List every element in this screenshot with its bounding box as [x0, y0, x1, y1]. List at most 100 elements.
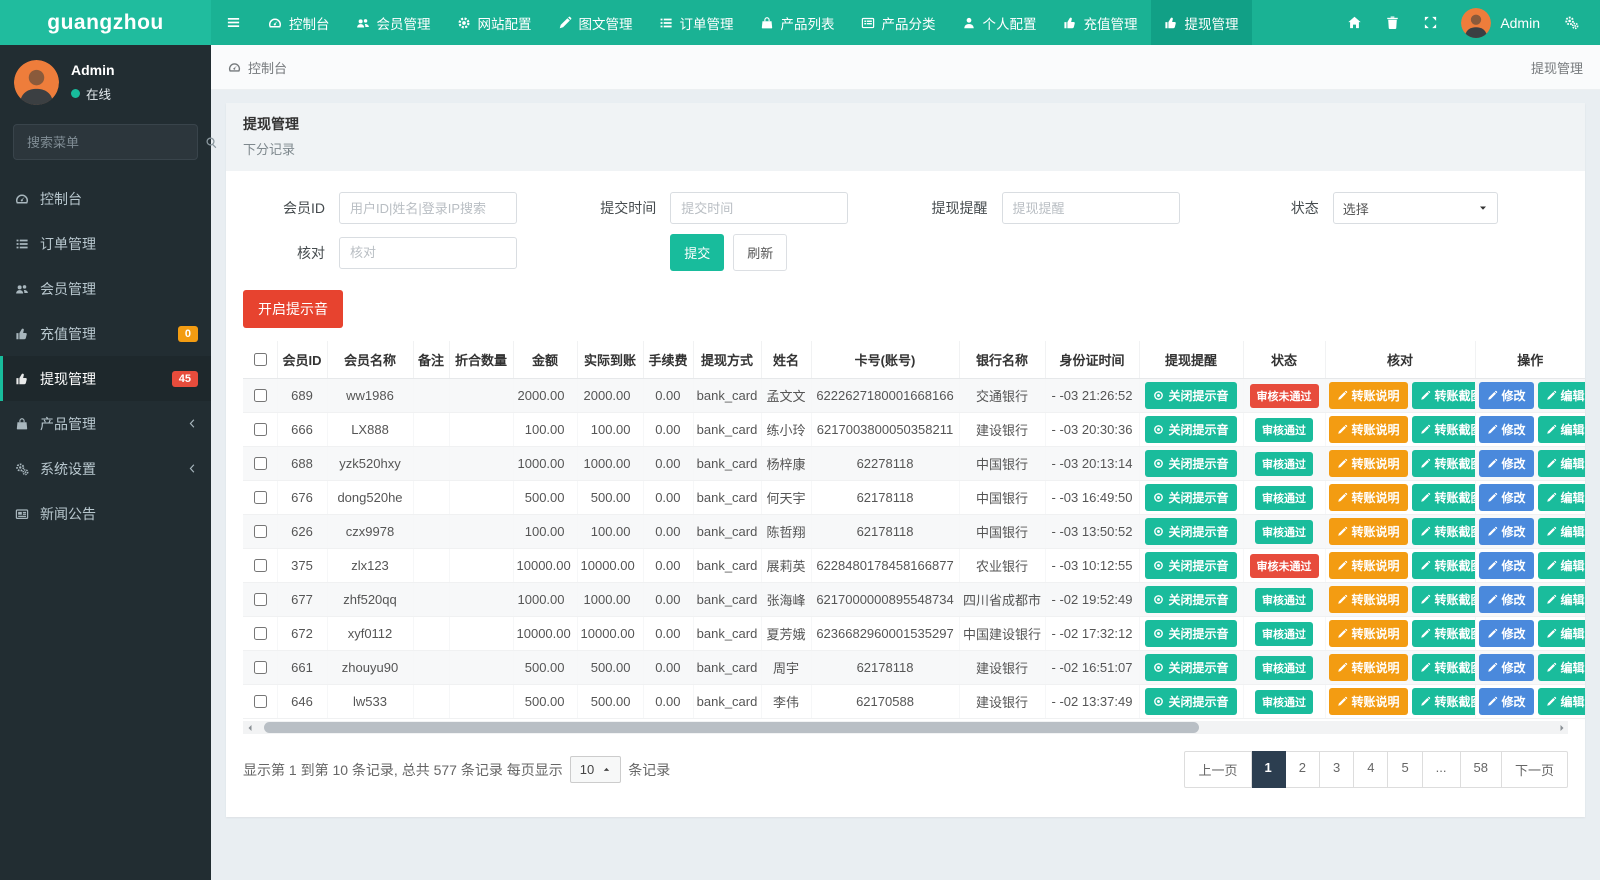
transfer-note-button[interactable]: 转账说明: [1328, 688, 1408, 715]
submit-button[interactable]: 提交: [670, 234, 725, 271]
transfer-note-button[interactable]: 转账说明: [1328, 416, 1408, 443]
close-sound-button[interactable]: 关闭提示音: [1145, 620, 1237, 647]
sidebar-item-orders[interactable]: 订单管理: [0, 221, 211, 266]
transfer-note-button[interactable]: 转账说明: [1328, 450, 1408, 477]
check-input[interactable]: [339, 236, 517, 269]
close-sound-button[interactable]: 关闭提示音: [1145, 586, 1237, 613]
topnav-item-site-config[interactable]: 网站配置: [444, 0, 545, 45]
row-checkbox[interactable]: [253, 661, 267, 674]
member-id-input[interactable]: [339, 192, 517, 224]
edit-button[interactable]: 编辑: [1537, 586, 1585, 613]
transfer-note-button[interactable]: 转账说明: [1328, 518, 1408, 545]
transfer-note-button[interactable]: 转账说明: [1328, 654, 1408, 681]
edit-button[interactable]: 编辑: [1537, 620, 1585, 647]
scroll-right-arrow[interactable]: [1555, 721, 1568, 734]
sidebar-item-settings[interactable]: 系统设置: [0, 446, 211, 491]
topnav-item-dashboard[interactable]: 控制台: [255, 0, 343, 45]
row-checkbox[interactable]: [253, 457, 267, 470]
scroll-left-arrow[interactable]: [243, 721, 256, 734]
page-ellipsis[interactable]: ...: [1422, 751, 1461, 788]
transfer-note-button[interactable]: 转账说明: [1328, 552, 1408, 579]
page-button-3[interactable]: 3: [1319, 751, 1355, 788]
transfer-screenshot-button[interactable]: 转账截图: [1411, 416, 1475, 443]
topnav-item-withdraw[interactable]: 提现管理: [1150, 0, 1252, 45]
modify-button[interactable]: 修改: [1478, 382, 1534, 409]
row-checkbox[interactable]: [253, 695, 267, 708]
enable-sound-button[interactable]: 开启提示音: [243, 290, 343, 328]
edit-button[interactable]: 编辑: [1537, 654, 1585, 681]
modify-button[interactable]: 修改: [1478, 416, 1534, 443]
modify-button[interactable]: 修改: [1478, 552, 1534, 579]
row-checkbox[interactable]: [253, 593, 267, 606]
row-checkbox[interactable]: [253, 389, 267, 402]
topnav-item-content[interactable]: 图文管理: [545, 0, 646, 45]
modify-button[interactable]: 修改: [1478, 688, 1534, 715]
page-size-select[interactable]: 10: [569, 756, 622, 783]
home-button[interactable]: [1335, 0, 1373, 45]
refresh-button[interactable]: 刷新: [733, 234, 788, 271]
transfer-screenshot-button[interactable]: 转账截图: [1411, 518, 1475, 545]
topnav-item-product-list[interactable]: 产品列表: [747, 0, 848, 45]
page-button-58[interactable]: 58: [1460, 751, 1502, 788]
edit-button[interactable]: 编辑: [1537, 484, 1585, 511]
close-sound-button[interactable]: 关闭提示音: [1145, 552, 1237, 579]
topnav-item-product-category[interactable]: 产品分类: [848, 0, 949, 45]
scrollbar-track[interactable]: [256, 721, 1555, 734]
topnav-item-profile[interactable]: 个人配置: [949, 0, 1050, 45]
modify-button[interactable]: 修改: [1478, 586, 1534, 613]
topnav-item-recharge[interactable]: 充值管理: [1050, 0, 1151, 45]
row-checkbox[interactable]: [253, 423, 267, 436]
close-sound-button[interactable]: 关闭提示音: [1145, 484, 1237, 511]
status-select[interactable]: 选择: [1332, 192, 1498, 224]
select-all-checkbox[interactable]: [253, 353, 267, 366]
topnav-item-orders[interactable]: 订单管理: [646, 0, 747, 45]
modify-button[interactable]: 修改: [1478, 654, 1534, 681]
horizontal-scrollbar-thumb[interactable]: [264, 722, 1200, 733]
close-sound-button[interactable]: 关闭提示音: [1145, 450, 1237, 477]
prev-page-button[interactable]: 上一页: [1184, 751, 1252, 788]
page-button-5[interactable]: 5: [1388, 751, 1423, 788]
sidebar-item-dashboard[interactable]: 控制台: [0, 176, 211, 221]
withdraw-remind-input[interactable]: [1001, 192, 1180, 224]
fullscreen-button[interactable]: [1411, 0, 1449, 45]
settings-button[interactable]: [1552, 0, 1590, 45]
sidebar-item-news[interactable]: 新闻公告: [0, 491, 211, 536]
clear-cache-button[interactable]: [1373, 0, 1411, 45]
modify-button[interactable]: 修改: [1478, 620, 1534, 647]
sidebar-search-input[interactable]: [25, 133, 205, 151]
row-checkbox[interactable]: [253, 491, 267, 504]
breadcrumb-left[interactable]: 控制台: [228, 58, 287, 77]
row-checkbox[interactable]: [253, 559, 267, 572]
transfer-screenshot-button[interactable]: 转账截图: [1411, 688, 1475, 715]
submit-time-input[interactable]: [670, 192, 849, 224]
close-sound-button[interactable]: 关闭提示音: [1145, 654, 1237, 681]
transfer-screenshot-button[interactable]: 转账截图: [1411, 484, 1475, 511]
modify-button[interactable]: 修改: [1478, 518, 1534, 545]
row-checkbox[interactable]: [253, 627, 267, 640]
modify-button[interactable]: 修改: [1478, 450, 1534, 477]
transfer-screenshot-button[interactable]: 转账截图: [1411, 450, 1475, 477]
row-checkbox[interactable]: [253, 525, 267, 538]
edit-button[interactable]: 编辑: [1537, 450, 1585, 477]
topnav-item-members[interactable]: 会员管理: [343, 0, 444, 45]
sidebar-toggle-button[interactable]: [211, 0, 255, 45]
transfer-note-button[interactable]: 转账说明: [1328, 382, 1408, 409]
edit-button[interactable]: 编辑: [1537, 688, 1585, 715]
sidebar-item-withdraw[interactable]: 提现管理 45: [0, 356, 211, 401]
transfer-screenshot-button[interactable]: 转账截图: [1411, 654, 1475, 681]
edit-button[interactable]: 编辑: [1537, 416, 1585, 443]
transfer-screenshot-button[interactable]: 转账截图: [1411, 620, 1475, 647]
close-sound-button[interactable]: 关闭提示音: [1145, 416, 1237, 443]
edit-button[interactable]: 编辑: [1537, 518, 1585, 545]
close-sound-button[interactable]: 关闭提示音: [1145, 518, 1237, 545]
sidebar-item-members[interactable]: 会员管理: [0, 266, 211, 311]
edit-button[interactable]: 编辑: [1537, 382, 1585, 409]
transfer-note-button[interactable]: 转账说明: [1328, 620, 1408, 647]
transfer-note-button[interactable]: 转账说明: [1328, 586, 1408, 613]
close-sound-button[interactable]: 关闭提示音: [1145, 688, 1237, 715]
transfer-screenshot-button[interactable]: 转账截图: [1411, 552, 1475, 579]
transfer-screenshot-button[interactable]: 转账截图: [1411, 382, 1475, 409]
transfer-screenshot-button[interactable]: 转账截图: [1411, 586, 1475, 613]
sidebar-item-products[interactable]: 产品管理: [0, 401, 211, 446]
page-button-2[interactable]: 2: [1285, 751, 1320, 788]
